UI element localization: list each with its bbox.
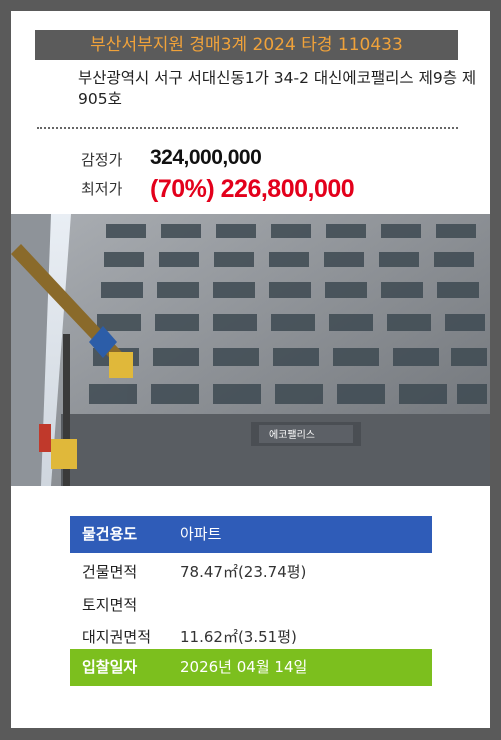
building-name-sign: 에코팰리스 (269, 429, 315, 441)
property-type-value: 아파트 (180, 525, 222, 543)
bid-date-label: 입찰일자 (82, 658, 138, 676)
building-area-label: 건물면적 (82, 563, 138, 581)
property-type-row: 물건용도 아파트 (70, 516, 432, 553)
building-area-row: 건물면적 78.47㎡(23.74평) (70, 554, 432, 591)
appraisal-price-value: 324,000,000 (150, 146, 262, 169)
minimum-price-label: 최저가 (81, 180, 123, 198)
bid-date-value: 2026년 04월 14일 (180, 658, 308, 676)
appraisal-price-label: 감정가 (81, 151, 123, 169)
auction-card: 부산서부지원 경매3계 2024 타경 110433 부산광역시 서구 서대신동… (11, 11, 490, 728)
bid-date-row: 입찰일자 2026년 04월 14일 (70, 649, 432, 686)
building-area-value: 78.47㎡(23.74평) (180, 563, 307, 581)
minimum-price-value: (70%) 226,800,000 (150, 175, 355, 203)
property-address: 부산광역시 서구 서대신동1가 34-2 대신에코팰리스 제9층 제905호 (78, 69, 477, 108)
property-photo: 에코팰리스 (11, 214, 490, 486)
court-case-banner: 부산서부지원 경매3계 2024 타경 110433 (35, 30, 458, 60)
property-type-label: 물건용도 (82, 525, 138, 543)
dotted-divider (37, 127, 458, 129)
